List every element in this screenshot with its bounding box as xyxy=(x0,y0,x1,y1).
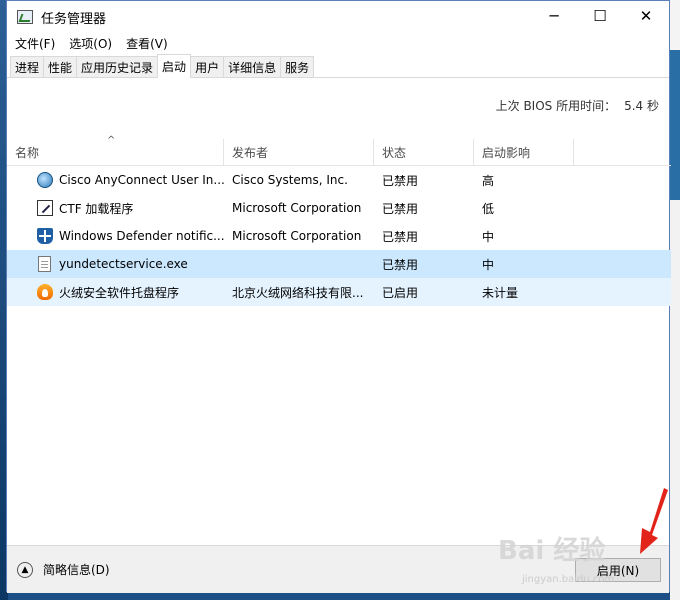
fewer-details-label: 简略信息(D) xyxy=(43,563,110,577)
cisco-icon xyxy=(37,172,53,188)
column-header-impact[interactable]: 启动影响 xyxy=(474,139,574,165)
enable-button[interactable]: 启用(N) xyxy=(575,558,661,582)
tab-details[interactable]: 详细信息 xyxy=(223,56,282,77)
tab-services[interactable]: 服务 xyxy=(280,56,315,77)
tab-strip: 进程 性能 应用历史记录 启动 用户 详细信息 服务 xyxy=(7,53,669,78)
window-controls: ─ ☐ ✕ xyxy=(531,1,669,31)
chevron-up-icon: ▲ xyxy=(17,561,33,578)
tab-performance[interactable]: 性能 xyxy=(43,56,78,77)
row-status: 已禁用 xyxy=(382,201,419,216)
row-publisher: Microsoft Corporation xyxy=(232,201,362,215)
tab-users[interactable]: 用户 xyxy=(190,56,225,77)
menu-file[interactable]: 文件(F) xyxy=(15,35,55,52)
startup-table: 名称 发布者 状态 启动影响 Cisco AnyConnect User In.… xyxy=(7,139,671,306)
title-bar[interactable]: 任务管理器 ─ ☐ ✕ xyxy=(7,1,669,33)
table-row-selected[interactable]: yundetectservice.exe 已禁用 中 xyxy=(7,250,671,278)
close-button[interactable]: ✕ xyxy=(623,1,669,31)
row-impact: 低 xyxy=(482,201,495,216)
row-publisher: Cisco Systems, Inc. xyxy=(232,173,348,187)
tab-startup[interactable]: 启动 xyxy=(157,54,192,78)
row-status: 已禁用 xyxy=(382,173,419,188)
tab-app-history[interactable]: 应用历史记录 xyxy=(76,56,159,77)
desktop-background-right xyxy=(670,0,680,600)
row-impact: 高 xyxy=(482,173,495,188)
column-header-name[interactable]: 名称 xyxy=(7,139,224,165)
footer-bar: ▲ 简略信息(D) 启用(N) xyxy=(7,545,669,593)
defender-shield-icon xyxy=(37,228,53,244)
table-row[interactable]: Windows Defender notific... Microsoft Co… xyxy=(7,222,671,250)
column-header-status[interactable]: 状态 xyxy=(374,139,474,165)
minimize-button[interactable]: ─ xyxy=(531,1,577,31)
menu-view[interactable]: 查看(V) xyxy=(126,35,168,52)
row-name: Windows Defender notific... xyxy=(59,229,224,243)
maximize-button[interactable]: ☐ xyxy=(577,1,623,31)
row-publisher: Microsoft Corporation xyxy=(232,229,362,243)
column-header-empty xyxy=(574,139,671,165)
row-name: 火绒安全软件托盘程序 xyxy=(59,285,180,300)
ctf-icon xyxy=(37,200,53,216)
row-impact: 中 xyxy=(482,257,495,272)
task-manager-icon xyxy=(17,10,33,24)
row-status: 已禁用 xyxy=(382,229,419,244)
row-impact: 中 xyxy=(482,229,495,244)
table-header: 名称 发布者 状态 启动影响 xyxy=(7,139,671,166)
huorong-icon xyxy=(37,284,53,300)
row-impact: 未计量 xyxy=(482,285,519,300)
column-header-publisher[interactable]: 发布者 xyxy=(224,139,374,165)
menu-options[interactable]: 选项(O) xyxy=(69,35,112,52)
file-icon xyxy=(38,256,51,272)
row-name: Cisco AnyConnect User In... xyxy=(59,173,224,187)
table-row[interactable]: 火绒安全软件托盘程序 北京火绒网络科技有限... 已启用 未计量 xyxy=(7,278,671,306)
window-title: 任务管理器 xyxy=(41,11,107,27)
table-row[interactable]: CTF 加载程序 Microsoft Corporation 已禁用 低 xyxy=(7,194,671,222)
task-manager-window: 任务管理器 ─ ☐ ✕ 文件(F) 选项(O) 查看(V) 进程 性能 应用历史… xyxy=(6,0,671,593)
table-row[interactable]: Cisco AnyConnect User In... Cisco System… xyxy=(7,166,671,194)
fewer-details-link[interactable]: ▲ 简略信息(D) xyxy=(17,561,110,578)
bios-time-value: 5.4 秒 xyxy=(624,99,659,113)
tab-processes[interactable]: 进程 xyxy=(10,56,45,77)
row-status: 已禁用 xyxy=(382,257,419,272)
row-name: CTF 加载程序 xyxy=(59,201,134,216)
row-publisher: 北京火绒网络科技有限... xyxy=(232,285,364,300)
row-name: yundetectservice.exe xyxy=(59,257,188,271)
menu-bar: 文件(F) 选项(O) 查看(V) xyxy=(7,33,669,53)
bios-time: 上次 BIOS 所用时间： 5.4 秒 xyxy=(496,97,659,114)
row-status: 已启用 xyxy=(382,285,419,300)
bios-time-label: 上次 BIOS 所用时间： xyxy=(495,99,617,113)
